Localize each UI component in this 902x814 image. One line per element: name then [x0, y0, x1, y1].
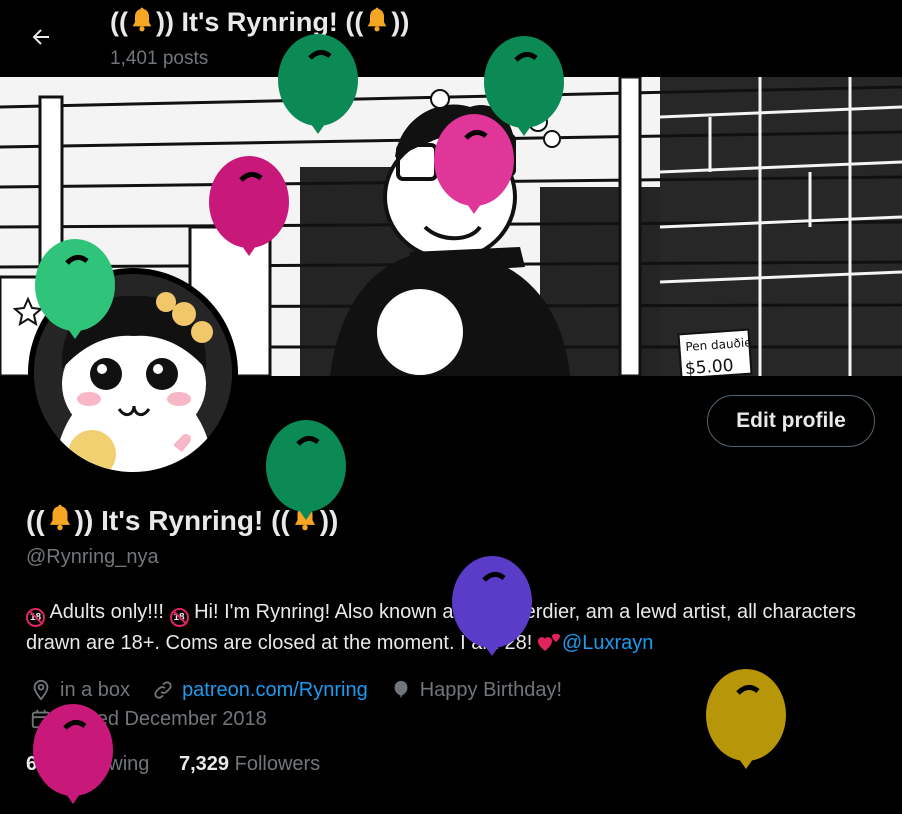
display-name-prefix: (( [26, 505, 45, 536]
balloon-icon [394, 680, 408, 699]
no-under-18-icon: 18 [26, 608, 45, 627]
followers-label: Followers [234, 753, 321, 775]
followers-count: 7,329 [178, 753, 230, 775]
bell-icon [49, 504, 70, 531]
posts-count: 1,401 posts [110, 48, 209, 69]
no-under-18-icon: 18 [169, 608, 189, 627]
location-text: in a box [60, 678, 131, 701]
display-name-suffix: )) [319, 505, 339, 536]
followers-link[interactable]: 7,329 Followers [179, 753, 320, 775]
header-title-middle: )) It's Rynring! (( [155, 7, 364, 37]
two-hearts-icon [537, 633, 560, 651]
back-button[interactable] [22, 18, 60, 56]
birthday-text: Happy Birthday! [419, 678, 563, 701]
joined-text: Joined December 2018 [60, 707, 267, 730]
follow-stats: 639 Following 7,329 Followers [26, 753, 344, 776]
link-icon [154, 681, 172, 699]
mention-link[interactable]: @Luxrayn [562, 632, 653, 654]
calendar-icon [31, 709, 51, 729]
bio-text-1: Adults only!!! [45, 601, 170, 623]
display-name-middle: )) It's Rynring! (( [74, 505, 290, 536]
avatar-image [34, 274, 232, 472]
profile-header: (( )) It's Rynring! (()) 1,401 posts [0, 0, 902, 77]
location-pin-icon [33, 679, 49, 701]
header-title: (( )) It's Rynring! (()) [110, 6, 409, 38]
joined-date: Joined December 2018 [30, 705, 267, 733]
location: in a box [30, 679, 130, 702]
website: patreon.com/Rynring [152, 679, 368, 702]
profile-meta: in a box patreon.com/Rynring Happy Birth… [30, 676, 584, 704]
following-label: Following [64, 753, 150, 775]
profile-bio: 18 Adults only!!! 18 Hi! I'm Rynring! Al… [26, 597, 886, 659]
following-count: 639 [26, 753, 60, 775]
balloon-gold-icon [706, 669, 786, 769]
arrow-left-icon [32, 29, 49, 45]
user-handle: @Rynring_nya [26, 546, 159, 568]
bell-icon [132, 7, 152, 32]
following-link[interactable]: 639 Following [26, 753, 149, 775]
bell-icon [368, 7, 387, 32]
avatar[interactable] [28, 268, 238, 478]
website-link[interactable]: patreon.com/Rynring [182, 679, 368, 702]
header-title-suffix: )) [391, 7, 410, 37]
price-tag-price: $5.00 [684, 356, 734, 376]
header-title-prefix: (( [110, 7, 128, 37]
edit-profile-button[interactable]: Edit profile [707, 395, 875, 447]
birthday: Happy Birthday! [390, 679, 562, 702]
bell-icon [294, 504, 315, 531]
display-name: (( )) It's Rynring! (()) [26, 503, 338, 537]
